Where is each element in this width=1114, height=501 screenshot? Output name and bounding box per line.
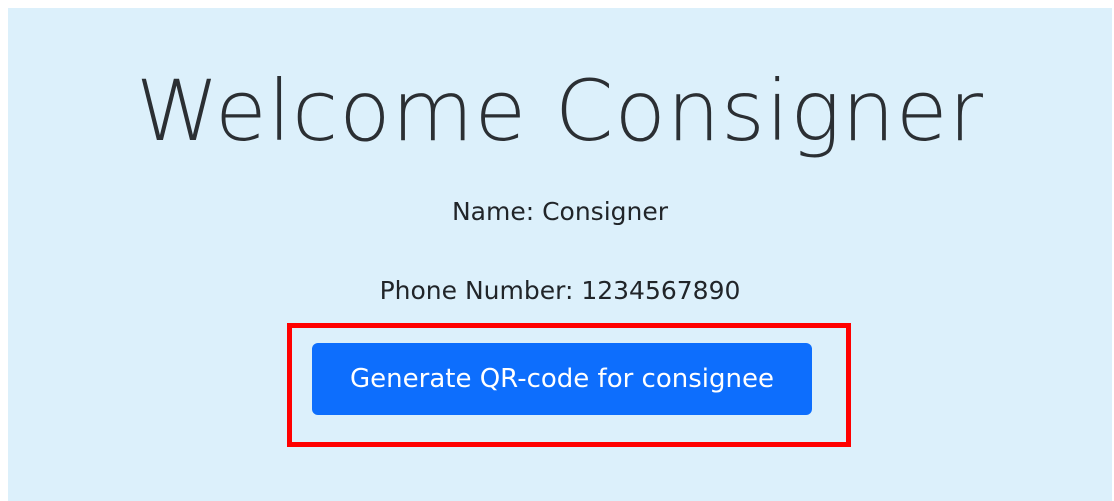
welcome-panel: Welcome Consigner Name: Consigner Phone … [8,8,1112,501]
generate-qr-button[interactable]: Generate QR-code for consignee [312,343,812,415]
consigner-name: Name: Consigner [451,197,669,226]
consigner-phone: Phone Number: 1234567890 [379,276,741,305]
page-title: Welcome Consigner [135,62,985,160]
